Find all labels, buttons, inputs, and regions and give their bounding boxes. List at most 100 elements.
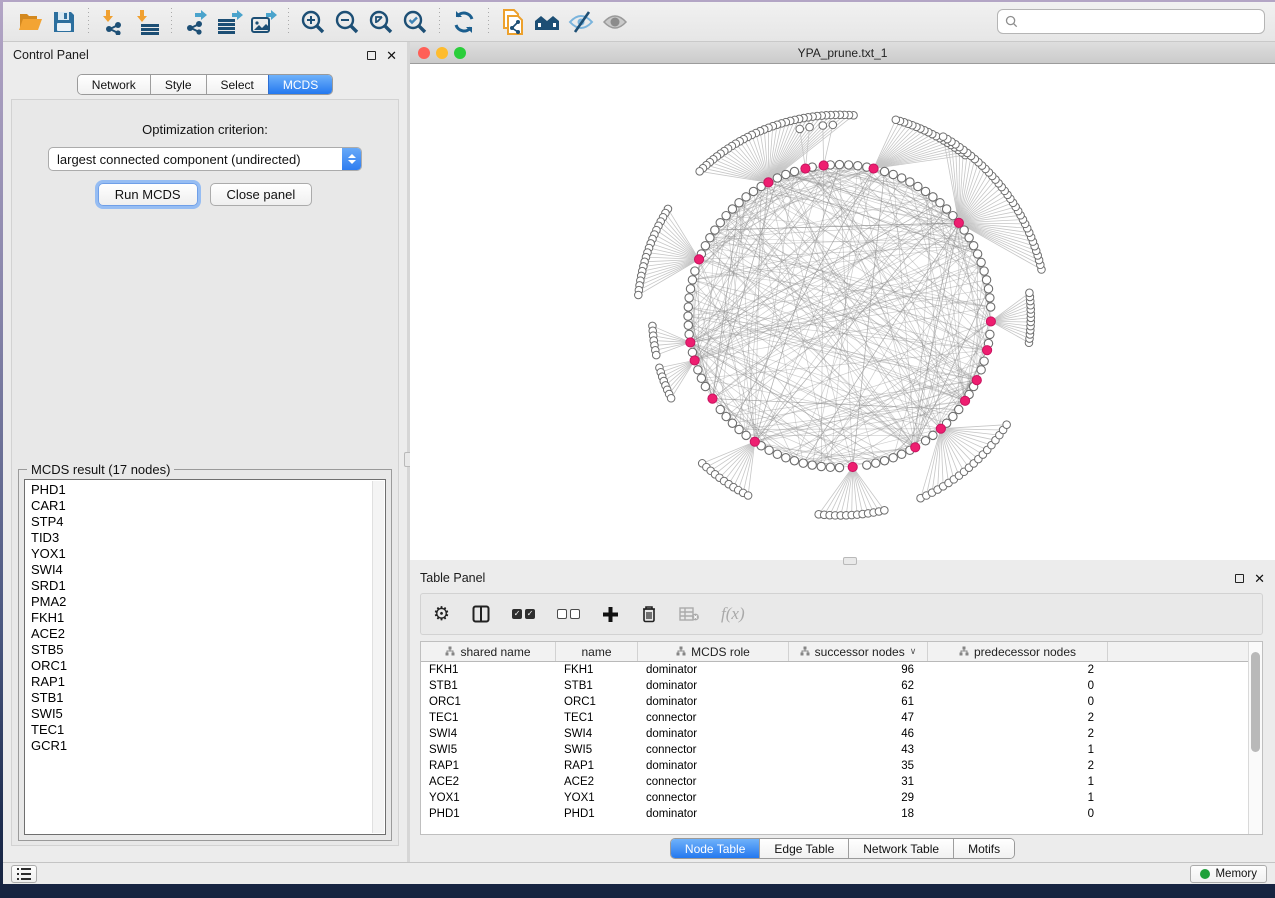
dominator-node[interactable]	[972, 376, 981, 385]
tab-select[interactable]: Select	[206, 75, 268, 94]
tab-edge-table[interactable]: Edge Table	[759, 839, 848, 858]
splitter-grip[interactable]	[843, 557, 857, 565]
export-network-icon[interactable]	[179, 7, 213, 37]
dominator-node[interactable]	[960, 396, 969, 405]
cell-successor-nodes: 18	[789, 806, 928, 822]
table-scrollbar[interactable]	[1248, 642, 1262, 834]
dominator-node[interactable]	[869, 164, 878, 173]
mcds-result-item[interactable]: SWI5	[31, 706, 371, 722]
mcds-result-item[interactable]: STB5	[31, 642, 371, 658]
dominator-node[interactable]	[686, 338, 695, 347]
search-input[interactable]	[997, 9, 1265, 34]
column-header-predecessor-nodes[interactable]: predecessor nodes	[928, 642, 1108, 661]
zoom-out-icon[interactable]	[330, 7, 364, 37]
memory-button[interactable]: Memory	[1190, 865, 1267, 883]
network-canvas[interactable]	[410, 64, 1275, 558]
mcds-result-item[interactable]: SWI4	[31, 562, 371, 578]
first-neighbors-icon[interactable]	[530, 7, 564, 37]
float-panel-icon[interactable]	[1235, 574, 1244, 583]
mcds-result-item[interactable]: PMA2	[31, 594, 371, 610]
table-row[interactable]: SWI5SWI5connector431	[421, 742, 1248, 758]
mcds-result-item[interactable]: GCR1	[31, 738, 371, 754]
zoom-in-icon[interactable]	[296, 7, 330, 37]
column-header-name[interactable]: name	[556, 642, 638, 661]
mcds-result-item[interactable]: CAR1	[31, 498, 371, 514]
optimization-criterion-dropdown[interactable]: largest connected component (undirected)	[48, 147, 362, 171]
dominator-node[interactable]	[936, 424, 945, 433]
table-row[interactable]: ACE2ACE2connector311	[421, 774, 1248, 790]
save-session-icon[interactable]	[47, 7, 81, 37]
namespace-tree-icon	[445, 645, 455, 659]
hide-selected-icon[interactable]	[564, 7, 598, 37]
mcds-result-item[interactable]: TEC1	[31, 722, 371, 738]
mcds-result-item[interactable]: STP4	[31, 514, 371, 530]
tab-motifs[interactable]: Motifs	[953, 839, 1014, 858]
close-panel-button[interactable]: Close panel	[210, 183, 313, 206]
dominator-node[interactable]	[819, 161, 828, 170]
close-panel-icon[interactable]: ✕	[1254, 572, 1265, 585]
dominator-node[interactable]	[986, 317, 995, 326]
column-header-shared-name[interactable]: shared name	[421, 642, 556, 661]
table-row[interactable]: ORC1ORC1dominator610	[421, 694, 1248, 710]
dominator-node[interactable]	[750, 437, 759, 446]
column-header-successor-nodes[interactable]: successor nodes∨	[789, 642, 928, 661]
mcds-result-item[interactable]: SRD1	[31, 578, 371, 594]
mcds-result-item[interactable]: STB1	[31, 690, 371, 706]
close-panel-icon[interactable]: ✕	[386, 49, 397, 62]
table-row[interactable]: YOX1YOX1connector291	[421, 790, 1248, 806]
zoom-fit-icon[interactable]	[364, 7, 398, 37]
dominator-node[interactable]	[764, 178, 773, 187]
mcds-result-list[interactable]: PHD1CAR1STP4TID3YOX1SWI4SRD1PMA2FKH1ACE2…	[24, 479, 386, 835]
clone-network-icon[interactable]	[496, 7, 530, 37]
task-history-button[interactable]	[11, 865, 37, 883]
mcds-result-item[interactable]: ORC1	[31, 658, 371, 674]
table-row[interactable]: FKH1FKH1dominator962	[421, 662, 1248, 678]
table-row[interactable]: SWI4SWI4dominator462	[421, 726, 1248, 742]
import-network-icon[interactable]	[96, 7, 130, 37]
run-mcds-button[interactable]: Run MCDS	[98, 183, 198, 206]
scrollbar-thumb[interactable]	[1251, 652, 1260, 752]
dominator-node[interactable]	[801, 164, 810, 173]
dominator-node[interactable]	[694, 255, 703, 264]
dominator-node[interactable]	[848, 462, 857, 471]
zoom-selected-icon[interactable]	[398, 7, 432, 37]
dominator-node[interactable]	[708, 394, 717, 403]
create-column-icon[interactable]	[602, 606, 619, 623]
tab-style[interactable]: Style	[150, 75, 206, 94]
select-all-columns-icon[interactable]: ✓✓	[512, 609, 535, 619]
column-header-MCDS-role[interactable]: MCDS role	[638, 642, 789, 661]
mcds-result-item[interactable]: PHD1	[31, 482, 371, 498]
export-image-icon[interactable]	[247, 7, 281, 37]
dominator-node[interactable]	[911, 443, 920, 452]
import-table-icon[interactable]	[130, 7, 164, 37]
delete-column-icon[interactable]	[641, 605, 657, 623]
export-table-icon[interactable]	[213, 7, 247, 37]
tab-network[interactable]: Network	[78, 75, 150, 94]
mcds-result-scrollbar[interactable]	[372, 481, 384, 833]
mcds-result-item[interactable]: ACE2	[31, 626, 371, 642]
table-row[interactable]: RAP1RAP1dominator352	[421, 758, 1248, 774]
show-all-icon[interactable]	[598, 7, 632, 37]
table-row[interactable]: TEC1TEC1connector472	[421, 710, 1248, 726]
tab-network-table[interactable]: Network Table	[848, 839, 953, 858]
mcds-result-item[interactable]: FKH1	[31, 610, 371, 626]
dominator-node[interactable]	[690, 356, 699, 365]
mcds-result-item[interactable]: TID3	[31, 530, 371, 546]
table-row[interactable]: PHD1PHD1dominator180	[421, 806, 1248, 822]
horizontal-splitter[interactable]	[410, 560, 1275, 565]
open-file-icon[interactable]	[13, 7, 47, 37]
dominator-node[interactable]	[983, 346, 992, 355]
refresh-icon[interactable]	[447, 7, 481, 37]
dominator-node[interactable]	[954, 218, 963, 227]
tab-mcds[interactable]: MCDS	[268, 75, 332, 94]
mcds-result-item[interactable]: YOX1	[31, 546, 371, 562]
unselect-all-columns-icon[interactable]	[557, 609, 580, 619]
mcds-result-item[interactable]: RAP1	[31, 674, 371, 690]
cell-shared-name: PHD1	[421, 806, 556, 822]
float-panel-icon[interactable]	[367, 51, 376, 60]
tab-node-table[interactable]: Node Table	[671, 839, 760, 858]
table-row[interactable]: STB1STB1dominator620	[421, 678, 1248, 694]
show-column-panel-icon[interactable]	[472, 605, 490, 623]
right-column: YPA_prune.txt_1 Table Panel	[410, 42, 1275, 862]
table-settings-gear-icon[interactable]: ⚙	[433, 605, 450, 624]
